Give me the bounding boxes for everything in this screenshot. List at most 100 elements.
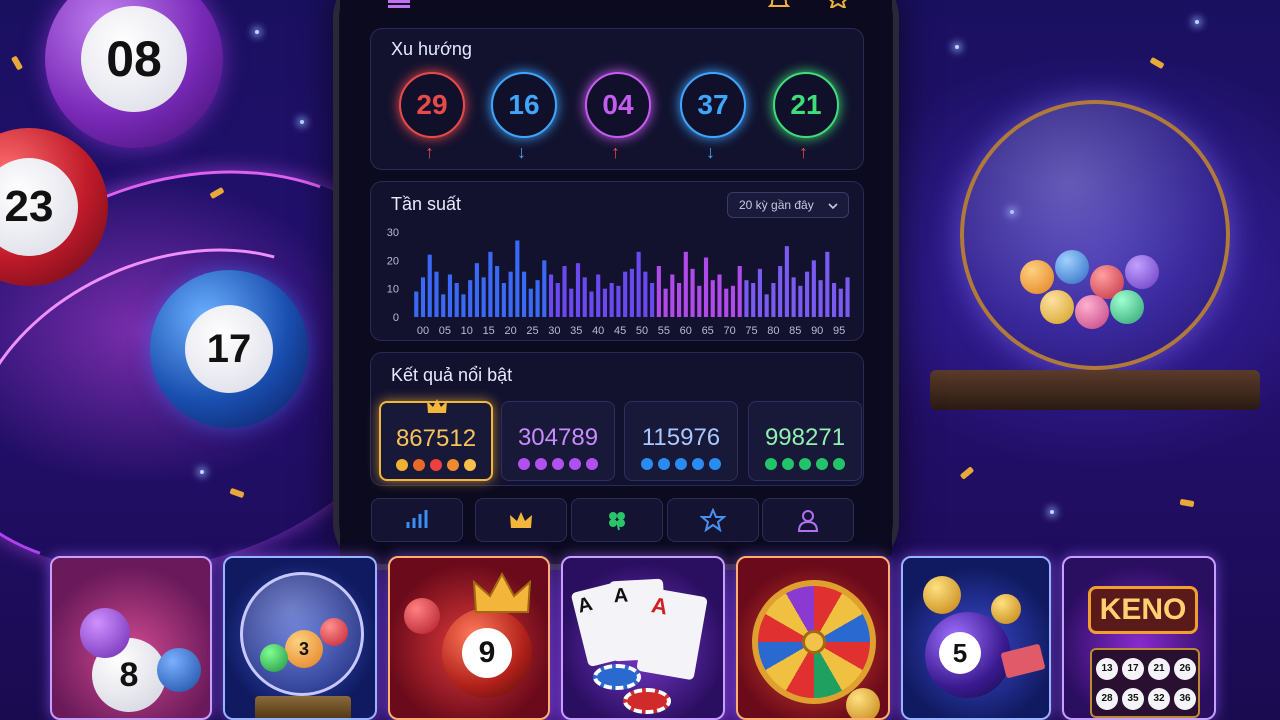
frequency-bar[interactable] <box>771 283 776 317</box>
result-dot <box>765 458 777 470</box>
frequency-bar[interactable] <box>643 271 648 317</box>
result-card[interactable]: 304789 <box>501 401 615 481</box>
game-card-lottery-globe[interactable]: 3 <box>223 556 377 720</box>
frequency-bar[interactable] <box>522 271 527 317</box>
frequency-bar[interactable] <box>805 271 810 317</box>
frequency-bar[interactable] <box>495 266 500 317</box>
nav-button[interactable] <box>667 498 759 542</box>
frequency-bar[interactable] <box>818 280 823 317</box>
sparkle <box>200 470 204 474</box>
star-icon[interactable] <box>826 0 850 8</box>
frequency-bar[interactable] <box>414 291 419 318</box>
frequency-bar[interactable] <box>690 268 695 317</box>
frequency-bar[interactable] <box>468 280 473 317</box>
trend-number[interactable]: 29 <box>399 72 465 138</box>
frequency-bar[interactable] <box>636 251 641 317</box>
frequency-bar[interactable] <box>717 274 722 318</box>
frequency-bar[interactable] <box>434 271 439 317</box>
frequency-bar[interactable] <box>447 274 453 318</box>
frequency-bar[interactable] <box>602 288 608 317</box>
game-card-crown-ball[interactable]: 9 <box>388 556 550 720</box>
frequency-bar[interactable] <box>650 283 655 317</box>
frequency-bar[interactable] <box>629 268 634 317</box>
game-card-poker[interactable]: A A A <box>561 556 725 720</box>
frequency-bar[interactable] <box>656 266 661 317</box>
y-tick-label: 30 <box>387 227 399 239</box>
frequency-bar[interactable] <box>548 274 554 318</box>
frequency-bar[interactable] <box>596 274 601 318</box>
frequency-bar[interactable] <box>481 277 486 317</box>
game-card-lotto[interactable]: 8 <box>50 556 212 720</box>
frequency-bar[interactable] <box>798 285 803 317</box>
frequency-bar[interactable] <box>697 285 702 317</box>
frequency-bar[interactable] <box>737 266 742 317</box>
nav-button[interactable] <box>371 498 463 542</box>
frequency-bar[interactable] <box>542 260 547 317</box>
frequency-bar[interactable] <box>528 288 533 317</box>
hamburger-icon[interactable] <box>388 0 410 8</box>
card-ball <box>320 618 348 646</box>
game-card-number-ball[interactable]: 5 <box>901 556 1051 720</box>
frequency-bar[interactable] <box>730 285 736 317</box>
frequency-bar[interactable] <box>845 277 850 317</box>
trend-number[interactable]: 16 <box>491 72 557 138</box>
top-bar <box>340 0 892 12</box>
frequency-bar[interactable] <box>616 285 621 317</box>
frequency-bar[interactable] <box>757 268 762 317</box>
frequency-bar[interactable] <box>569 288 574 317</box>
frequency-bar[interactable] <box>838 288 843 317</box>
frequency-bar[interactable] <box>609 283 614 317</box>
frequency-bar[interactable] <box>663 288 668 317</box>
crown-icon <box>472 572 532 613</box>
game-card-keno[interactable]: KENO 13 17 21 26 28 35 32 36 <box>1062 556 1216 720</box>
frequency-bar[interactable] <box>427 254 432 317</box>
frequency-bar[interactable] <box>670 274 675 318</box>
machine-ball <box>1055 250 1089 284</box>
frequency-bar[interactable] <box>703 257 709 318</box>
trend-number[interactable]: 04 <box>585 72 651 138</box>
frequency-bar[interactable] <box>831 283 837 317</box>
frequency-bar[interactable] <box>441 294 446 317</box>
frequency-bar[interactable] <box>791 277 796 317</box>
bell-icon[interactable] <box>768 0 790 8</box>
frequency-bar[interactable] <box>724 288 729 317</box>
frequency-bar[interactable] <box>623 271 628 317</box>
frequency-bar[interactable] <box>825 251 830 317</box>
frequency-bar[interactable] <box>501 283 506 317</box>
frequency-bar[interactable] <box>744 280 749 317</box>
frequency-bar[interactable] <box>751 283 756 317</box>
trend-number[interactable]: 37 <box>680 72 746 138</box>
frequency-bar[interactable] <box>515 240 520 318</box>
frequency-bar[interactable] <box>784 246 789 317</box>
nav-button[interactable] <box>571 498 663 542</box>
frequency-bar[interactable] <box>589 291 594 318</box>
keno-number: 13 <box>1096 658 1118 680</box>
frequency-bar[interactable] <box>461 294 466 317</box>
result-dot <box>396 459 408 471</box>
result-card[interactable]: 115976 <box>624 401 738 481</box>
gold-coin <box>991 594 1021 624</box>
frequency-bar[interactable] <box>562 266 567 317</box>
frequency-bar[interactable] <box>508 271 513 317</box>
game-card-wheel[interactable] <box>736 556 890 720</box>
frequency-bar[interactable] <box>677 283 682 317</box>
frequency-bar[interactable] <box>811 260 816 317</box>
frequency-bar[interactable] <box>420 277 426 317</box>
frequency-bar[interactable] <box>555 283 560 317</box>
frequency-bar[interactable] <box>474 263 479 317</box>
frequency-bar[interactable] <box>710 280 715 317</box>
frequency-bar[interactable] <box>764 294 769 317</box>
result-card[interactable]: 867512 <box>379 399 493 481</box>
frequency-bar[interactable] <box>683 251 688 317</box>
frequency-bar[interactable] <box>535 280 540 317</box>
x-tick-label: 35 <box>570 325 582 337</box>
nav-button[interactable] <box>475 498 567 542</box>
result-card[interactable]: 998271 <box>748 401 862 481</box>
frequency-bar[interactable] <box>778 266 783 317</box>
frequency-bar[interactable] <box>582 277 587 317</box>
frequency-bar[interactable] <box>488 251 493 317</box>
nav-button[interactable] <box>762 498 854 542</box>
frequency-bar[interactable] <box>575 263 581 317</box>
frequency-bar[interactable] <box>454 283 459 317</box>
trend-number[interactable]: 21 <box>773 72 839 138</box>
